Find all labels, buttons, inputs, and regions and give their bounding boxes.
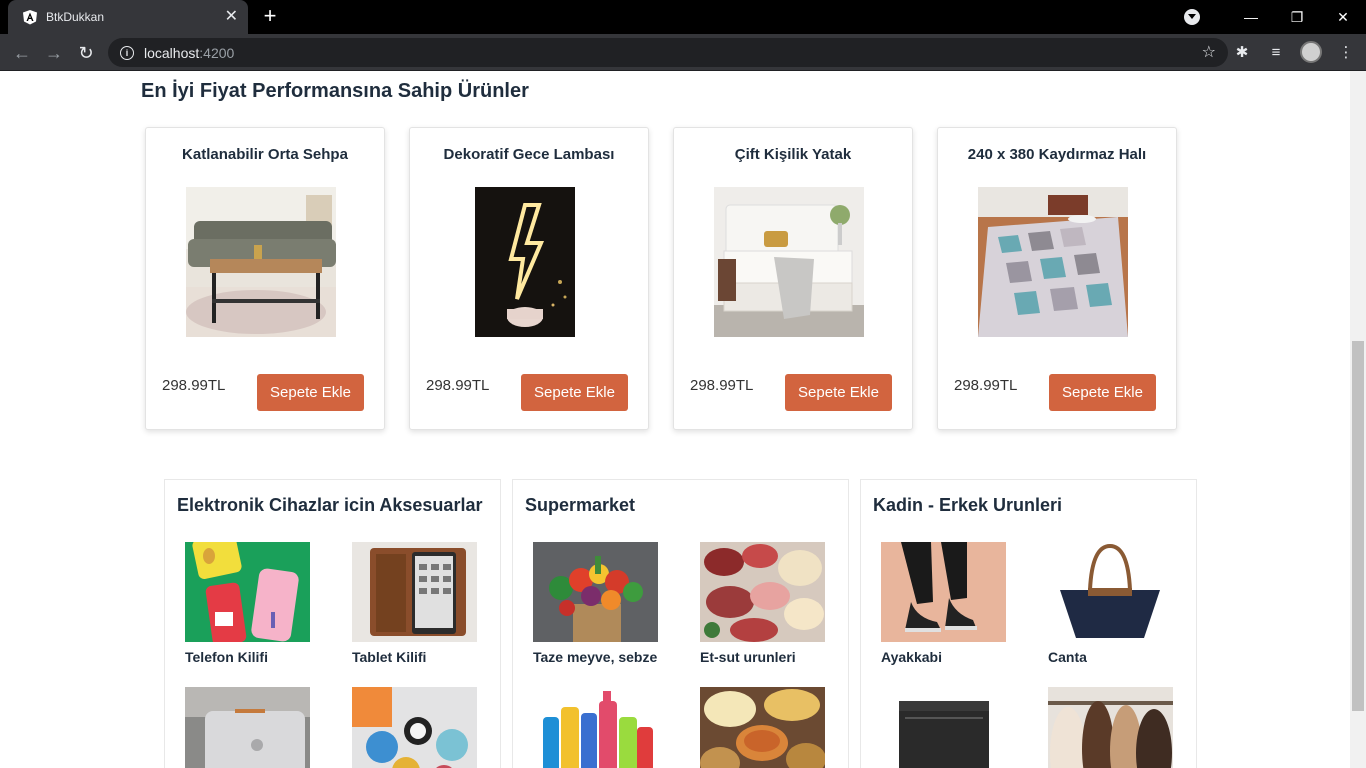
site-info-icon[interactable]: i: [120, 45, 134, 60]
address-bar[interactable]: i localhost:4200 ☆: [108, 38, 1228, 67]
tab-search-icon[interactable]: [1184, 9, 1200, 25]
product-name: Çift Kişilik Yatak: [734, 146, 852, 163]
angular-favicon-icon: [23, 10, 37, 25]
back-icon[interactable]: ←: [10, 41, 34, 65]
phone-grip-image[interactable]: [352, 687, 477, 768]
category-item[interactable]: [700, 687, 840, 768]
snacks-image[interactable]: [700, 687, 825, 768]
category-item-label: Canta: [1048, 649, 1087, 665]
category-item-label: Ayakkabi: [881, 649, 942, 665]
product-card: Katlanabilir Orta Sehpa 298.99TL Sepete …: [145, 127, 385, 430]
url-host: localhost: [144, 44, 200, 61]
add-to-cart-button[interactable]: Sepete Ekle: [257, 374, 364, 411]
page-scrollbar[interactable]: [1350, 71, 1366, 768]
category-item[interactable]: [881, 687, 1021, 768]
close-window-icon[interactable]: ✕: [1320, 0, 1366, 34]
product-price: 298.99TL: [690, 377, 754, 394]
browser-tab[interactable]: BtkDukkan ✕: [8, 0, 248, 34]
wallet-image[interactable]: [881, 687, 1006, 768]
category-item[interactable]: [352, 687, 492, 768]
browser-titlebar: BtkDukkan ✕ + — ❐ ✕: [0, 0, 1366, 34]
category-title: Elektronik Cihazlar icin Aksesuarlar: [177, 495, 483, 515]
rug-image[interactable]: [978, 187, 1128, 337]
phone-case-image[interactable]: [185, 542, 310, 642]
product-card: 240 x 380 Kaydırmaz Halı 298.99TL Sepete…: [937, 127, 1177, 430]
category-title: Supermarket: [525, 495, 636, 515]
category-item[interactable]: [1048, 687, 1188, 768]
restore-icon[interactable]: ❐: [1274, 0, 1320, 34]
minimize-icon[interactable]: —: [1228, 0, 1274, 34]
category-item-label: Et-sut urunleri: [700, 649, 796, 665]
product-card: Çift Kişilik Yatak 298.99TL Sepete Ekle: [673, 127, 913, 430]
tab-close-icon[interactable]: ✕: [225, 9, 238, 25]
category-item[interactable]: Telefon Kilifi: [185, 542, 325, 665]
category-item[interactable]: Et-sut urunleri: [700, 542, 840, 665]
vegetables-image[interactable]: [533, 542, 658, 642]
extensions-puzzle-icon[interactable]: ✱: [1232, 42, 1252, 62]
new-tab-icon[interactable]: +: [260, 5, 280, 27]
profile-avatar[interactable]: [1300, 41, 1322, 63]
section-title: En İyi Fiyat Performansına Sahip Ürünler: [141, 80, 529, 102]
category-title: Kadin - Erkek Urunleri: [873, 495, 1063, 515]
category-item[interactable]: Tablet Kilifi: [352, 542, 492, 665]
media-queue-icon[interactable]: ≡: [1266, 42, 1286, 62]
product-name: Katlanabilir Orta Sehpa: [182, 146, 348, 163]
meat-dairy-image[interactable]: [700, 542, 825, 642]
add-to-cart-button[interactable]: Sepete Ekle: [521, 374, 628, 411]
category-item-label: Telefon Kilifi: [185, 649, 268, 665]
page-viewport: En İyi Fiyat Performansına Sahip Ürünler…: [0, 71, 1350, 768]
bag-image[interactable]: [1048, 542, 1173, 642]
cleaning-products-image[interactable]: [533, 687, 658, 768]
tablet-case-image[interactable]: [352, 542, 477, 642]
bed-image[interactable]: [714, 187, 864, 337]
coffee-table-image[interactable]: [186, 187, 336, 337]
neon-lamp-image[interactable]: [475, 187, 575, 337]
category-card: Kadin - Erkek Urunleri Ayakkabi Canta: [860, 479, 1197, 768]
category-item-label: Taze meyve, sebze: [533, 649, 658, 665]
shoes-image[interactable]: [881, 542, 1006, 642]
category-item[interactable]: Canta: [1048, 542, 1188, 665]
category-item[interactable]: [533, 687, 673, 768]
product-card: Dekoratif Gece Lambası 298.99TL Sepete E…: [409, 127, 649, 430]
browser-toolbar: ← → ↻ i localhost:4200 ☆ ✱ ≡ ⋮: [0, 34, 1366, 71]
tab-title: BtkDukkan: [46, 10, 105, 24]
product-price: 298.99TL: [426, 377, 490, 394]
coats-image[interactable]: [1048, 687, 1173, 768]
product-name: 240 x 380 Kaydırmaz Halı: [967, 146, 1147, 163]
product-price: 298.99TL: [162, 377, 226, 394]
url-port: :4200: [199, 44, 235, 61]
bookmark-star-icon[interactable]: ☆: [1202, 42, 1216, 62]
scrollbar-thumb[interactable]: [1352, 341, 1364, 711]
add-to-cart-button[interactable]: Sepete Ekle: [1049, 374, 1156, 411]
reload-icon[interactable]: ↻: [74, 41, 98, 65]
category-card: Elektronik Cihazlar icin Aksesuarlar Tel…: [164, 479, 501, 768]
product-price: 298.99TL: [954, 377, 1018, 394]
menu-kebab-icon[interactable]: ⋮: [1336, 42, 1356, 62]
category-item[interactable]: Taze meyve, sebze: [533, 542, 673, 665]
category-item-label: Tablet Kilifi: [352, 649, 427, 665]
forward-icon[interactable]: →: [42, 41, 66, 65]
category-item[interactable]: Ayakkabi: [881, 542, 1021, 665]
category-card: Supermarket Taze meyve, sebze Et-sut uru…: [512, 479, 849, 768]
product-name: Dekoratif Gece Lambası: [443, 146, 615, 163]
add-to-cart-button[interactable]: Sepete Ekle: [785, 374, 892, 411]
category-item[interactable]: [185, 687, 325, 768]
laptop-sleeve-image[interactable]: [185, 687, 310, 768]
